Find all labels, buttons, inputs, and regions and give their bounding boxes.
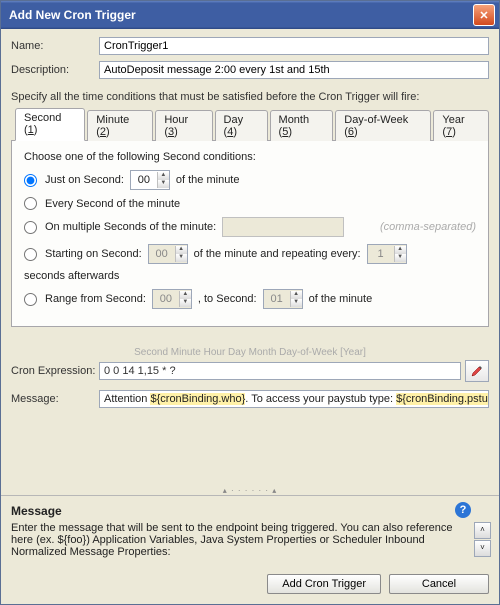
message-label: Message: xyxy=(11,393,99,405)
pencil-icon xyxy=(471,365,483,377)
starting-label-c: seconds afterwards xyxy=(24,270,119,282)
option-just[interactable]: Just on Second: 00▲▼ of the minute xyxy=(24,170,476,190)
radio-just[interactable] xyxy=(24,174,37,187)
multiple-label: On multiple Seconds of the minute: xyxy=(45,221,216,233)
radio-every[interactable] xyxy=(24,197,37,210)
range-spinner-2: 01▲▼ xyxy=(263,289,303,309)
radio-multiple[interactable] xyxy=(24,221,37,234)
multiple-input xyxy=(222,217,344,237)
spin-down-icon: ▼ xyxy=(157,180,169,188)
edit-expression-button[interactable] xyxy=(465,360,489,382)
range-spinner-1: 00▲▼ xyxy=(152,289,192,309)
help-title: Message xyxy=(11,504,489,518)
name-label: Name: xyxy=(11,40,99,52)
help-body: Enter the message that will be sent to t… xyxy=(11,522,489,558)
title-bar: Add New Cron Trigger ✕ xyxy=(1,1,499,29)
range-label-b: , to Second: xyxy=(198,293,257,305)
scroll-down-icon[interactable]: ˅ xyxy=(474,540,491,557)
option-range[interactable]: Range from Second: 00▲▼ , to Second: 01▲… xyxy=(24,289,476,309)
cancel-button[interactable]: Cancel xyxy=(389,574,489,594)
starting-spinner-2: 1▲▼ xyxy=(367,244,407,264)
cron-expr-input xyxy=(99,362,461,380)
just-label-b: of the minute xyxy=(176,174,240,186)
starting-spinner-1: 00▲▼ xyxy=(148,244,188,264)
just-label-a: Just on Second: xyxy=(45,174,124,186)
description-label: Description: xyxy=(11,64,99,76)
splitter[interactable]: ▴ · · · · · · ▴ xyxy=(11,485,489,495)
dialog-body: Name: Description: Specify all the time … xyxy=(1,29,499,495)
close-button[interactable]: ✕ xyxy=(473,4,495,26)
just-spinner[interactable]: 00▲▼ xyxy=(130,170,170,190)
range-label-a: Range from Second: xyxy=(45,293,146,305)
tab-bar: Second (1)Minute (2)Hour (3)Day (4)Month… xyxy=(11,107,489,141)
option-every[interactable]: Every Second of the minute xyxy=(24,197,476,210)
tab-day-of-week[interactable]: Day-of-Week (6) xyxy=(335,110,431,141)
range-label-c: of the minute xyxy=(309,293,373,305)
comma-hint: (comma-separated) xyxy=(380,221,476,233)
dialog-window: Add New Cron Trigger ✕ Name: Description… xyxy=(0,0,500,605)
button-bar: Add Cron Trigger Cancel xyxy=(1,564,499,604)
tab-minute[interactable]: Minute (2) xyxy=(87,110,153,141)
help-pane: ? ˄ ˅ Message Enter the message that wil… xyxy=(1,495,499,564)
dialog-title: Add New Cron Trigger xyxy=(9,8,473,22)
option-multiple[interactable]: On multiple Seconds of the minute: (comm… xyxy=(24,217,476,237)
tab-year[interactable]: Year (7) xyxy=(433,110,489,141)
expr-format-hint: Second Minute Hour Day Month Day-of-Week… xyxy=(11,347,489,358)
description-input[interactable] xyxy=(99,61,489,79)
add-cron-trigger-button[interactable]: Add Cron Trigger xyxy=(267,574,381,594)
choose-label: Choose one of the following Second condi… xyxy=(24,151,476,163)
help-icon[interactable]: ? xyxy=(455,502,471,518)
instruction-text: Specify all the time conditions that mus… xyxy=(11,91,489,103)
message-input[interactable]: Attention ${cronBinding.who}. To access … xyxy=(99,390,489,408)
tab-hour[interactable]: Hour (3) xyxy=(155,110,212,141)
help-scroll: ˄ ˅ xyxy=(474,522,491,557)
radio-range[interactable] xyxy=(24,293,37,306)
tab-month[interactable]: Month (5) xyxy=(270,110,334,141)
tab-panel-second: Choose one of the following Second condi… xyxy=(11,141,489,327)
tab-second[interactable]: Second (1) xyxy=(15,108,85,141)
every-label: Every Second of the minute xyxy=(45,198,180,210)
scroll-up-icon[interactable]: ˄ xyxy=(474,522,491,539)
starting-label-b: of the minute and repeating every: xyxy=(194,248,361,260)
name-input[interactable] xyxy=(99,37,489,55)
option-starting[interactable]: Starting on Second: 00▲▼ of the minute a… xyxy=(24,244,476,282)
starting-label-a: Starting on Second: xyxy=(45,248,142,260)
tab-day[interactable]: Day (4) xyxy=(215,110,268,141)
radio-starting[interactable] xyxy=(24,248,37,261)
spin-up-icon: ▲ xyxy=(157,172,169,180)
cron-expr-label: Cron Expression: xyxy=(11,365,99,377)
